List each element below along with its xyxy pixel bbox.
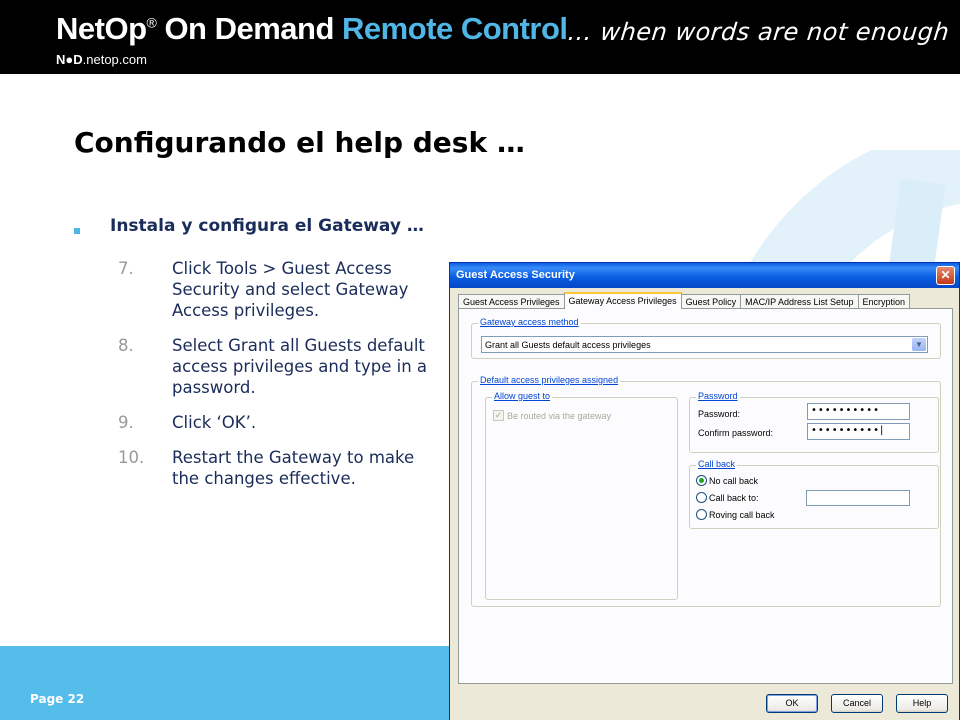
radio-label: Call back to: [709, 492, 759, 503]
dialog-title: Guest Access Security [456, 269, 575, 281]
guest-access-security-dialog: Guest Access Security ✕ Guest Access Pri… [449, 262, 960, 720]
tab-guest-policy[interactable]: Guest Policy [680, 294, 742, 309]
tab-encryption[interactable]: Encryption [857, 294, 911, 309]
checkbox-label: Be routed via the gateway [507, 410, 612, 421]
radio-label: No call back [709, 475, 759, 486]
tab-mac-ip-address-list-setup[interactable]: MAC/IP Address List Setup [740, 294, 859, 309]
step-text: Select Grant all Guests default access p… [172, 336, 428, 397]
step-number: 10. [118, 448, 145, 467]
radio-no-call-back[interactable]: No call back [696, 475, 758, 486]
step-text: Restart the Gateway to make the changes … [172, 448, 415, 488]
dialog-titlebar[interactable]: Guest Access Security ✕ [450, 263, 959, 288]
slide-title: Configurando el help desk … [74, 126, 525, 159]
step-item: 8. Select Grant all Guests default access… [118, 335, 438, 398]
call-back-number-input[interactable] [806, 490, 910, 506]
radio-label: Roving call back [709, 509, 775, 520]
brand-on-demand: On Demand [156, 11, 343, 46]
step-number: 9. [118, 413, 134, 432]
step-number: 8. [118, 336, 134, 355]
site-url: N●D.netop.com [56, 52, 147, 67]
confirm-password-label: Confirm password: [698, 428, 774, 438]
password-legend: Password [696, 391, 740, 401]
radio-selected-icon [696, 475, 707, 486]
cancel-button[interactable]: Cancel [831, 694, 883, 713]
default-privileges-group: Default access privileges assigned Allow… [471, 375, 941, 607]
gateway-access-method-group: Gateway access method Grant all Guests d… [471, 317, 941, 359]
page-number: Page 22 [30, 692, 85, 706]
help-button[interactable]: Help [896, 694, 948, 713]
confirm-password-field[interactable]: ••••••••••| [807, 423, 910, 440]
password-label: Password: [698, 409, 741, 419]
step-text: Click ‘OK’. [172, 413, 257, 432]
site-domain: .netop.com [82, 52, 147, 67]
slide-subtitle: Instala y configura el Gateway … [110, 216, 424, 236]
password-group: Password Password: •••••••••• Confirm pa… [689, 391, 939, 453]
bullet-marker [74, 228, 80, 234]
default-privileges-legend: Default access privileges assigned [478, 375, 621, 385]
password-field[interactable]: •••••••••• [807, 403, 910, 420]
step-item: 9. Click ‘OK’. [118, 412, 438, 433]
brand-remote-control: Remote Control [342, 11, 568, 46]
allow-guest-legend: Allow guest to [492, 391, 553, 401]
allow-guest-group: Allow guest to ✓ Be routed via the gatew… [485, 391, 678, 600]
registered-mark: ® [146, 14, 157, 31]
step-number: 7. [118, 259, 134, 278]
step-text: Click Tools > Guest Access Security and … [172, 259, 409, 320]
tagline: … when words are not enough [566, 18, 951, 46]
select-value: Grant all Guests default access privileg… [485, 340, 651, 350]
step-item: 7. Click Tools > Guest Access Security an… [118, 258, 438, 321]
gateway-access-method-legend: Gateway access method [478, 317, 581, 327]
steps-list: 7. Click Tools > Guest Access Security an… [118, 258, 438, 503]
ok-button[interactable]: OK [766, 694, 818, 713]
tab-panel: Gateway access method Grant all Guests d… [458, 308, 953, 684]
radio-icon [696, 492, 707, 503]
chevron-down-icon[interactable]: ▼ [912, 338, 926, 351]
radio-icon [696, 509, 707, 520]
brand-netop: NetOp [56, 11, 147, 46]
brand-title: NetOp® On Demand Remote Control [56, 11, 568, 47]
gateway-access-method-select[interactable]: Grant all Guests default access privileg… [481, 336, 928, 353]
routed-via-gateway-checkbox[interactable]: ✓ Be routed via the gateway [493, 410, 611, 421]
radio-roving-call-back[interactable]: Roving call back [696, 509, 775, 520]
radio-call-back-to[interactable]: Call back to: [696, 492, 759, 503]
step-item: 10. Restart the Gateway to make the chang… [118, 447, 438, 489]
header-banner: NetOp® On Demand Remote Control … when w… [0, 0, 960, 74]
tab-guest-access-privileges[interactable]: Guest Access Privileges [458, 294, 565, 309]
checkbox-check-icon: ✓ [493, 410, 504, 421]
site-logo: N●D [56, 52, 83, 67]
call-back-legend: Call back [696, 459, 738, 469]
tab-gateway-access-privileges[interactable]: Gateway Access Privileges [563, 292, 682, 309]
call-back-group: Call back No call back Call back to: Rov… [689, 459, 939, 529]
tab-strip: Guest Access Privileges Gateway Access P… [458, 292, 911, 309]
close-button[interactable]: ✕ [936, 266, 955, 285]
